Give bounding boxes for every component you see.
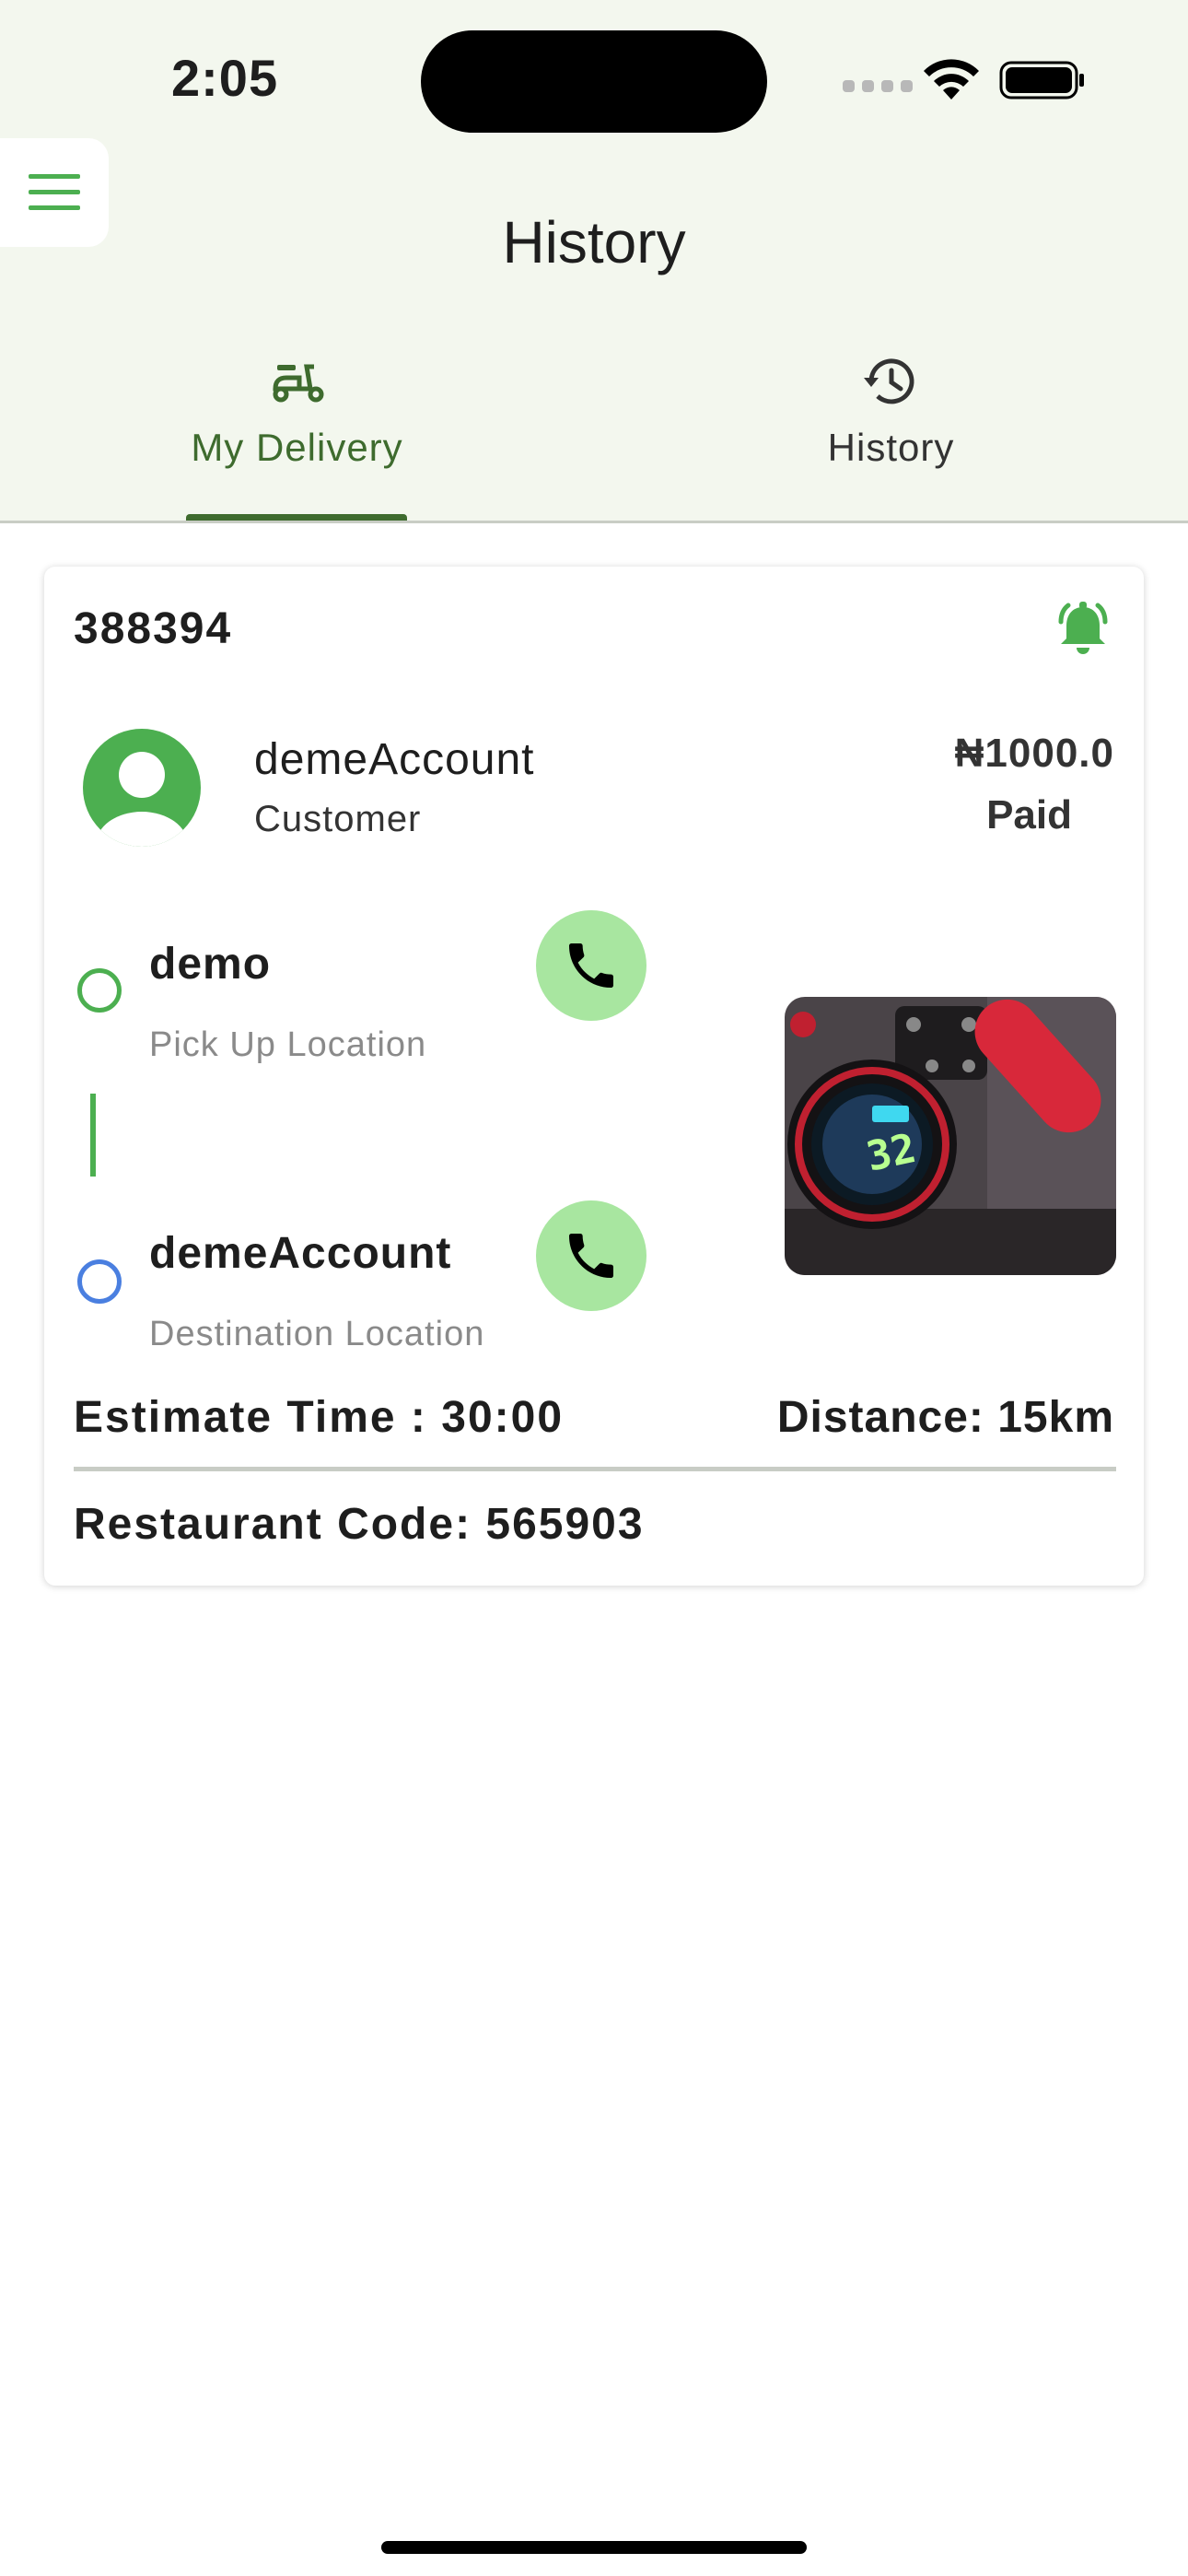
card-divider bbox=[74, 1467, 1116, 1471]
pickup-marker-icon bbox=[77, 968, 122, 1013]
home-indicator[interactable] bbox=[381, 2541, 807, 2554]
hamburger-menu-icon bbox=[29, 174, 80, 210]
restaurant-code: Restaurant Code: 565903 bbox=[74, 1500, 645, 1549]
notification-bell-icon[interactable] bbox=[1052, 598, 1114, 661]
tab-history-label: History bbox=[827, 426, 955, 469]
phone-icon bbox=[569, 943, 613, 988]
pickup-name: demo bbox=[149, 940, 272, 989]
payment-status: Paid bbox=[986, 792, 1072, 837]
page-title: History bbox=[502, 209, 686, 275]
tab-history[interactable]: History bbox=[594, 352, 1188, 521]
destination-name: demeAccount bbox=[149, 1229, 452, 1278]
destination-label: Destination Location bbox=[149, 1315, 485, 1353]
svg-text:32: 32 bbox=[863, 1125, 920, 1181]
phone-icon bbox=[569, 1234, 613, 1278]
delivery-photo[interactable]: 32 bbox=[785, 997, 1116, 1275]
tabs-divider bbox=[0, 521, 1188, 523]
call-pickup-button[interactable] bbox=[536, 910, 646, 1021]
header-area: 2:05 History My Delivery History bbox=[0, 0, 1188, 521]
customer-avatar-icon bbox=[83, 729, 201, 847]
customer-role: Customer bbox=[254, 799, 422, 839]
tab-my-delivery[interactable]: My Delivery bbox=[0, 352, 594, 521]
order-id: 388394 bbox=[74, 604, 233, 653]
wifi-icon bbox=[924, 59, 979, 100]
destination-marker-icon bbox=[77, 1259, 122, 1304]
route-line bbox=[90, 1094, 96, 1177]
estimate-time: Estimate Time : 30:00 bbox=[74, 1393, 565, 1442]
call-destination-button[interactable] bbox=[536, 1200, 646, 1311]
battery-icon bbox=[999, 61, 1084, 100]
delivery-scooter-icon bbox=[272, 364, 323, 403]
history-clock-icon bbox=[863, 358, 914, 404]
dynamic-island bbox=[421, 30, 767, 133]
delivery-card[interactable]: 388394 demeAccount Customer ₦1000.0 Paid… bbox=[44, 567, 1144, 1586]
tab-my-delivery-label: My Delivery bbox=[191, 426, 403, 469]
distance: Distance: 15km bbox=[776, 1393, 1114, 1442]
customer-name: demeAccount bbox=[254, 735, 535, 784]
pickup-label: Pick Up Location bbox=[149, 1025, 427, 1064]
cellular-signal-icon bbox=[843, 80, 913, 92]
status-time: 2:05 bbox=[171, 49, 279, 107]
order-price: ₦1000.0 bbox=[954, 731, 1114, 776]
